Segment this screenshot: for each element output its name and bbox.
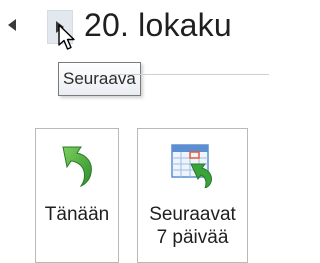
- btn-icon-wrap: [57, 141, 97, 189]
- triangle-left-icon: [8, 19, 16, 31]
- tooltip-label: Seuraava: [63, 69, 136, 88]
- previous-button[interactable]: [3, 13, 21, 37]
- green-curved-arrow-icon: [62, 146, 92, 187]
- date-title: 20. lokaku: [84, 7, 232, 43]
- triangle-right-icon: [56, 21, 64, 33]
- next-button[interactable]: [47, 10, 73, 44]
- btn-icon-wrap: [169, 141, 217, 189]
- divider: [111, 74, 269, 75]
- next-7-days-button[interactable]: Seuraavat 7 päivää: [137, 128, 248, 263]
- tooltip: Seuraava: [58, 62, 141, 96]
- today-label: Tänään: [44, 204, 110, 225]
- today-button[interactable]: Tänään: [35, 128, 119, 263]
- next7-label-line2: 7 päivää: [156, 227, 229, 248]
- next7-label-line1: Seuraavat: [149, 204, 236, 225]
- calendar-arrow-icon: [170, 144, 212, 188]
